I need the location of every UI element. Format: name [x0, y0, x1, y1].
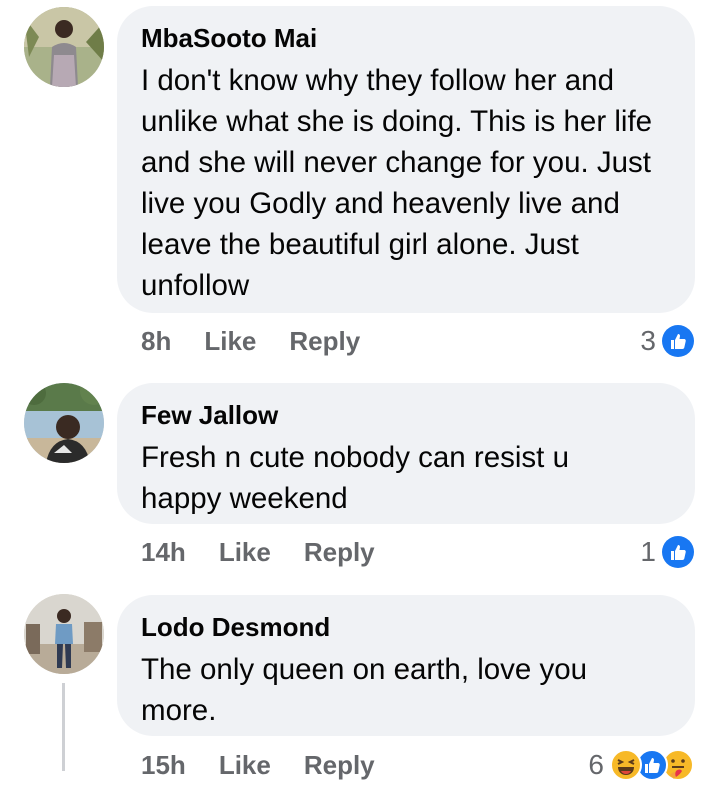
comment-time[interactable]: 8h [141, 326, 171, 357]
comment-actions: 14h Like Reply [141, 532, 408, 572]
comment-time[interactable]: 14h [141, 537, 186, 568]
like-icon [662, 536, 694, 568]
reaction-count: 3 [640, 325, 656, 356]
comment-actions: 8h Like Reply [141, 321, 393, 361]
comment-author[interactable]: MbaSooto Mai [141, 22, 675, 54]
comment-time[interactable]: 15h [141, 750, 186, 781]
reply-button[interactable]: Reply [304, 750, 375, 781]
comment-author[interactable]: Lodo Desmond [141, 611, 675, 643]
like-button[interactable]: Like [204, 326, 256, 357]
like-button[interactable]: Like [219, 537, 271, 568]
thread-line [62, 683, 65, 771]
reaction-count: 1 [640, 536, 656, 567]
reaction-summary[interactable]: 6 [588, 745, 694, 785]
comment-author[interactable]: Few Jallow [141, 399, 675, 431]
like-icon [662, 325, 694, 357]
haha-icon [610, 749, 642, 781]
avatar[interactable] [24, 383, 104, 463]
comment-text: The only queen on earth, love you more. [141, 653, 588, 727]
comment-bubble: Few Jallow Fresh n cute nobody can resis… [117, 383, 695, 524]
avatar[interactable] [24, 7, 104, 87]
avatar[interactable] [24, 594, 104, 674]
reaction-summary[interactable]: 1 [640, 532, 694, 572]
reply-button[interactable]: Reply [289, 326, 360, 357]
reaction-summary[interactable]: 3 [640, 321, 694, 361]
like-button[interactable]: Like [219, 750, 271, 781]
comment-bubble: Lodo Desmond The only queen on earth, lo… [117, 595, 695, 736]
reaction-count: 6 [588, 749, 604, 780]
comment-text: I don't know why they follow her and unl… [141, 64, 653, 302]
comment-bubble: MbaSooto Mai I don't know why they follo… [117, 6, 695, 313]
comment-actions: 15h Like Reply [141, 745, 408, 785]
comment-text: Fresh n cute nobody can resist u happy w… [141, 441, 569, 515]
reply-button[interactable]: Reply [304, 537, 375, 568]
